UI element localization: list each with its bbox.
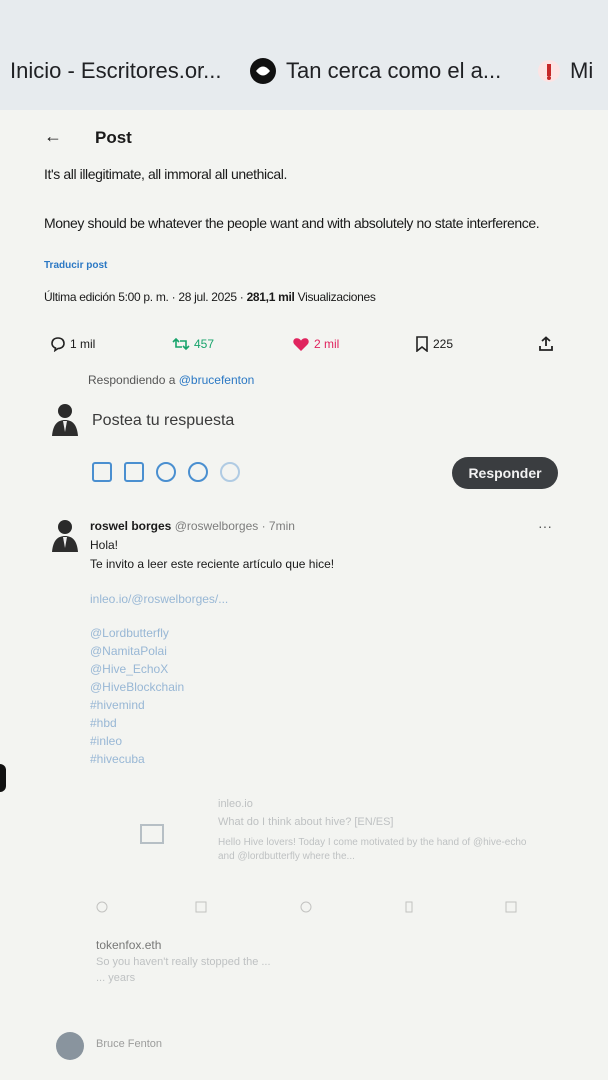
tab-title: Mi — [570, 58, 594, 83]
left-edge-tab — [0, 764, 6, 792]
like-action[interactable]: 2 mil — [292, 336, 339, 352]
browser-tab-1[interactable]: Inicio - Escritores.or... — [10, 58, 222, 84]
bookmark-icon — [416, 336, 428, 352]
reply-greeting: Hola! — [90, 538, 119, 552]
post-page: ← Post It's all illegitimate, all immora… — [0, 110, 608, 1080]
reply-author-name[interactable]: roswel borges — [90, 519, 171, 533]
reply-author: roswel borges @roswelborges · 7min — [90, 519, 295, 533]
bookmark-count: 225 — [433, 337, 454, 351]
reply2-author[interactable]: tokenfox.eth — [96, 938, 161, 952]
tab-favicon-icon — [250, 58, 276, 84]
tab-title: Inicio - Escritores.or... — [10, 58, 222, 83]
reply-text: Te invito a leer este reciente artículo … — [90, 557, 335, 571]
emoji-icon[interactable] — [188, 462, 208, 482]
reply-input[interactable]: Postea tu respuesta — [92, 412, 234, 430]
location-icon[interactable] — [220, 462, 240, 482]
browser-tab-3[interactable]: Mi — [538, 58, 593, 84]
share-icon — [539, 336, 553, 351]
reply-button[interactable]: Responder — [452, 457, 558, 489]
hashtag[interactable]: @Lordbutterfly — [90, 626, 169, 640]
poll-icon[interactable] — [156, 462, 176, 482]
share-action[interactable] — [538, 336, 554, 352]
avatar — [50, 518, 80, 552]
avatar — [56, 1032, 84, 1060]
comment-icon — [51, 337, 65, 352]
views-label: Visualizaciones — [297, 290, 376, 304]
reply2-text: So you haven't really stopped the ... — [96, 956, 271, 968]
hashtag[interactable]: #hivecuba — [90, 752, 145, 766]
replying-to: Respondiendo a @brucefenton — [88, 373, 254, 387]
card-source: inleo.io — [218, 798, 253, 810]
avatar — [50, 402, 80, 436]
reply3-author[interactable]: Bruce Fenton — [96, 1038, 162, 1050]
hashtag[interactable]: #inleo — [90, 734, 122, 748]
view-count: 281,1 mil — [246, 290, 295, 304]
reply-action[interactable]: 1 mil — [50, 336, 95, 352]
hashtag[interactable]: @Hive_EchoX — [90, 662, 168, 676]
more-icon[interactable]: ··· — [538, 518, 552, 534]
repost-action[interactable]: 457 — [172, 336, 214, 352]
post-meta: Última edición 5:00 p. m. · 28 jul. 2025… — [44, 290, 376, 304]
bookmark-action[interactable]: 225 — [415, 336, 453, 352]
back-arrow-icon[interactable]: ← — [44, 126, 62, 147]
gif-icon[interactable] — [124, 462, 144, 482]
card-description: Hello Hive lovers! Today I come motivate… — [218, 837, 527, 862]
hashtag[interactable]: #hivemind — [90, 698, 145, 712]
hashtag[interactable]: #hbd — [90, 716, 117, 730]
reply-author-handle: @roswelborges · 7min — [174, 519, 295, 533]
heart-icon — [293, 338, 309, 351]
post-text-line1: It's all illegitimate, all immoral all u… — [44, 166, 287, 182]
browser-tab-2[interactable]: Tan cerca como el a... — [250, 58, 501, 84]
reply2-more: ... years — [96, 972, 136, 984]
replying-to-label: Respondiendo a — [88, 373, 176, 387]
repost-count: 457 — [194, 337, 215, 351]
hashtag[interactable]: @NamitaPolai — [90, 644, 167, 658]
translate-link[interactable]: Traducir post — [44, 260, 107, 271]
post-text-line2: Money should be whatever the people want… — [44, 215, 540, 231]
card-thumbnail-icon — [140, 824, 164, 844]
hashtag[interactable]: @HiveBlockchain — [90, 680, 184, 694]
tab-title: Tan cerca como el a... — [286, 58, 502, 83]
image-icon[interactable] — [92, 462, 112, 482]
reply-count: 1 mil — [70, 337, 96, 351]
replying-to-handle[interactable]: @brucefenton — [179, 373, 255, 387]
page-title: Post — [95, 128, 132, 147]
card-title[interactable]: What do I think about hive? [EN/ES] — [218, 816, 393, 828]
repost-icon — [172, 337, 190, 351]
reply-link[interactable]: inleo.io/@roswelborges/... — [90, 592, 228, 606]
browser-tab-bar: Inicio - Escritores.or... Tan cerca como… — [0, 0, 608, 111]
edit-timestamp: Última edición 5:00 p. m. · 28 jul. 2025… — [44, 290, 244, 304]
reply-actions — [96, 900, 546, 914]
tab-favicon-icon — [538, 60, 560, 82]
like-count: 2 mil — [314, 337, 340, 351]
